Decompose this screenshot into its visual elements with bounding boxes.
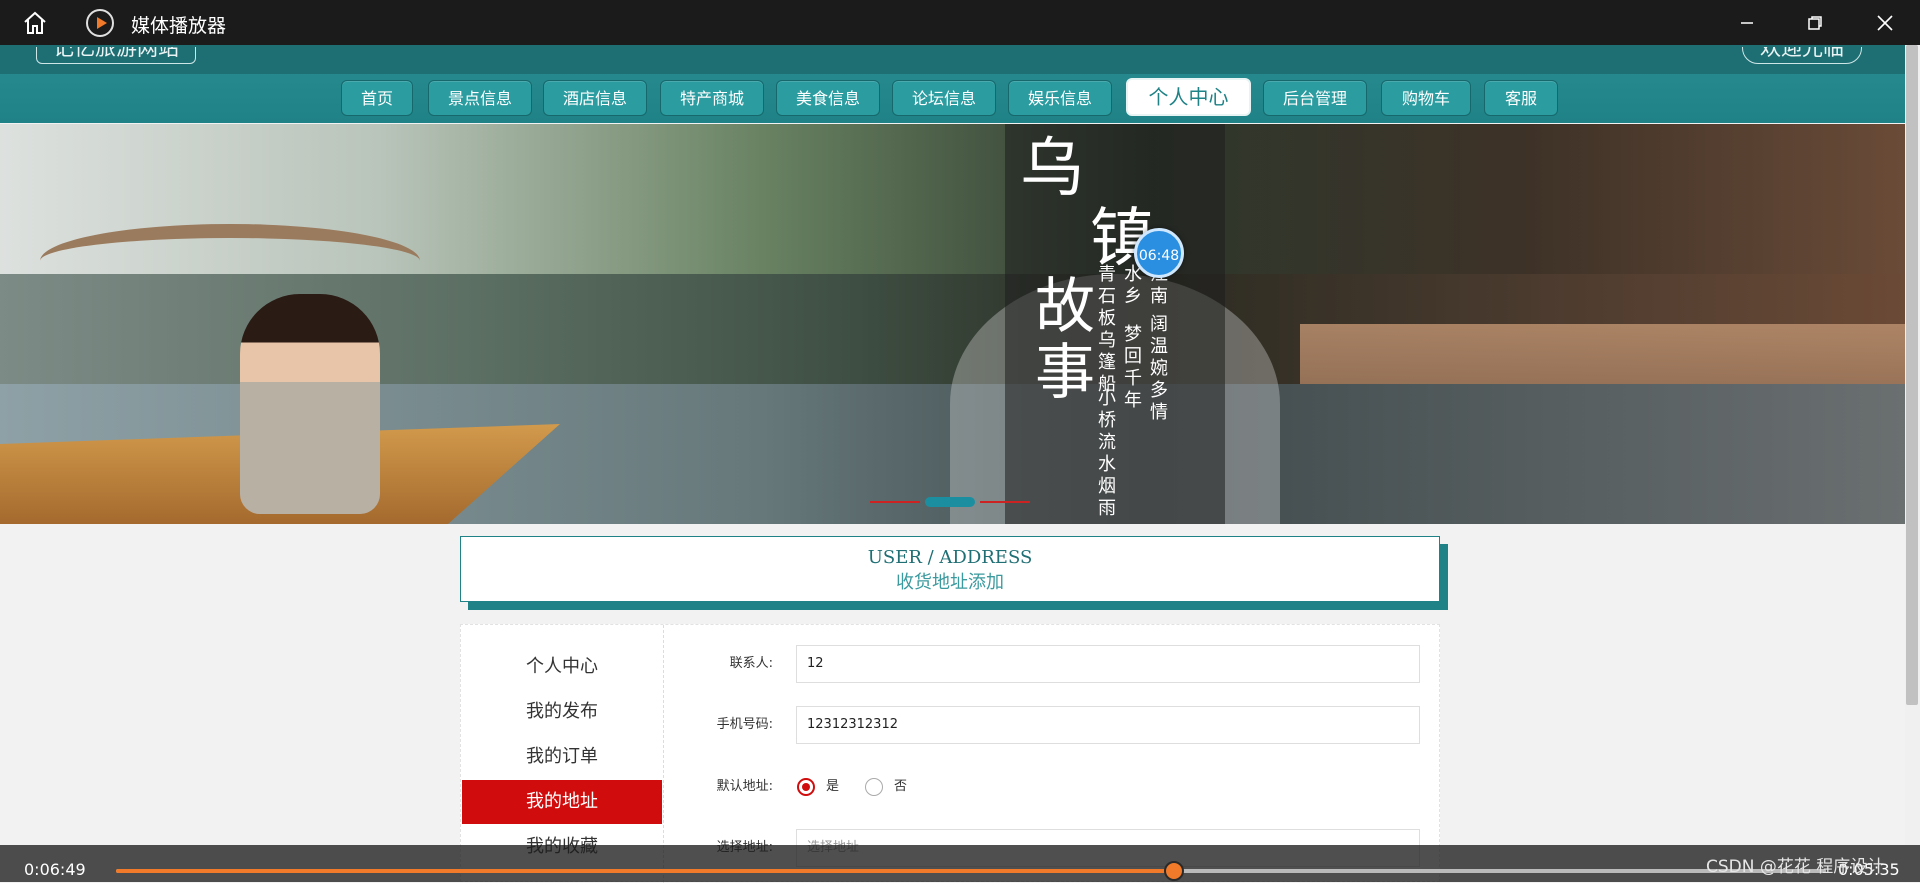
nav-item-specialty-shop[interactable]: 特产商城	[660, 80, 764, 116]
nav-item-hotels[interactable]: 酒店信息	[543, 80, 647, 116]
hero-banner: 乌镇 故事 青石板乌篷船 小桥流水烟雨一 水乡 梦回千年 江南 阔温婉多情 06…	[0, 124, 1905, 524]
player-controls: 0:06:49 0:05:35	[0, 845, 1920, 882]
banner-poem-line: 青石板乌篷船	[1098, 264, 1116, 395]
page-scrollbar-thumb[interactable]	[1906, 45, 1918, 705]
elapsed-time: 0:06:49	[24, 860, 86, 879]
contact-input[interactable]: 12	[796, 645, 1420, 683]
default-yes-label: 是	[826, 779, 840, 794]
nav-item-admin[interactable]: 后台管理	[1263, 80, 1367, 116]
player-title: 媒体播放器	[131, 15, 227, 37]
section-title-card: USER / ADDRESS 收货地址添加	[460, 536, 1440, 602]
carousel-indicators	[870, 496, 1030, 508]
banner-poem-line: 梦回千年	[1124, 324, 1142, 411]
home-icon[interactable]	[22, 10, 48, 36]
nav-item-personal-center[interactable]: 个人中心	[1126, 78, 1251, 116]
default-yes-radio[interactable]	[797, 778, 815, 796]
section-title-en: USER / ADDRESS	[867, 547, 1033, 568]
banner-title-char-1: 乌	[1020, 132, 1084, 206]
carousel-dot-1[interactable]	[870, 501, 920, 503]
phone-input[interactable]: 12312312312	[796, 706, 1420, 744]
watermark: CSDN @花花 程序设计	[1706, 857, 1885, 877]
banner-calligraphy-subtitle: 故事	[1035, 272, 1095, 408]
nav-item-home[interactable]: 首页	[341, 80, 413, 116]
seek-bar-handle[interactable]	[1164, 861, 1185, 881]
banner-bridge	[40, 224, 420, 298]
banner-person	[240, 294, 380, 514]
restore-icon[interactable]	[1802, 10, 1828, 36]
default-no-radio[interactable]	[865, 778, 883, 796]
phone-row: 手机号码: 12312312312	[461, 706, 1441, 744]
carousel-dot-3[interactable]	[980, 501, 1030, 503]
nav-item-food[interactable]: 美食信息	[776, 80, 880, 116]
close-icon[interactable]	[1872, 10, 1898, 36]
contact-row: 联系人: 12	[461, 645, 1441, 683]
nav-item-entertainment[interactable]: 娱乐信息	[1008, 80, 1112, 116]
seek-bar-progress	[116, 869, 1175, 873]
player-title-bar: 媒体播放器	[0, 0, 1920, 45]
section-title-zh: 收货地址添加	[896, 572, 1004, 593]
clock-badge: 06:48	[1134, 228, 1184, 278]
nav-item-forum[interactable]: 论坛信息	[892, 80, 996, 116]
default-address-row: 默认地址: 是 否	[461, 768, 1441, 806]
phone-label: 手机号码:	[716, 717, 773, 732]
nav-item-support[interactable]: 客服	[1484, 80, 1558, 116]
minimize-icon[interactable]	[1734, 10, 1760, 36]
carousel-dot-2[interactable]	[925, 497, 975, 507]
default-no-label: 否	[894, 779, 908, 794]
contact-label: 联系人:	[729, 656, 773, 671]
default-address-label: 默认地址:	[716, 779, 773, 794]
banner-poem-line: 小桥流水烟雨一	[1098, 388, 1116, 524]
nav-item-cart[interactable]: 购物车	[1381, 80, 1471, 116]
main-nav: 首页 景点信息 酒店信息 特产商城 美食信息 论坛信息 娱乐信息 个人中心 后台…	[0, 78, 1905, 118]
address-content: 个人中心 我的发布 我的订单 我的地址 我的收藏 联系人: 12 手机号码: 1…	[460, 624, 1441, 883]
banner-poem-line: 阔温婉多情	[1150, 314, 1168, 423]
nav-item-attractions[interactable]: 景点信息	[428, 80, 532, 116]
seek-bar[interactable]	[116, 861, 1826, 881]
media-player-logo-icon	[86, 9, 114, 37]
